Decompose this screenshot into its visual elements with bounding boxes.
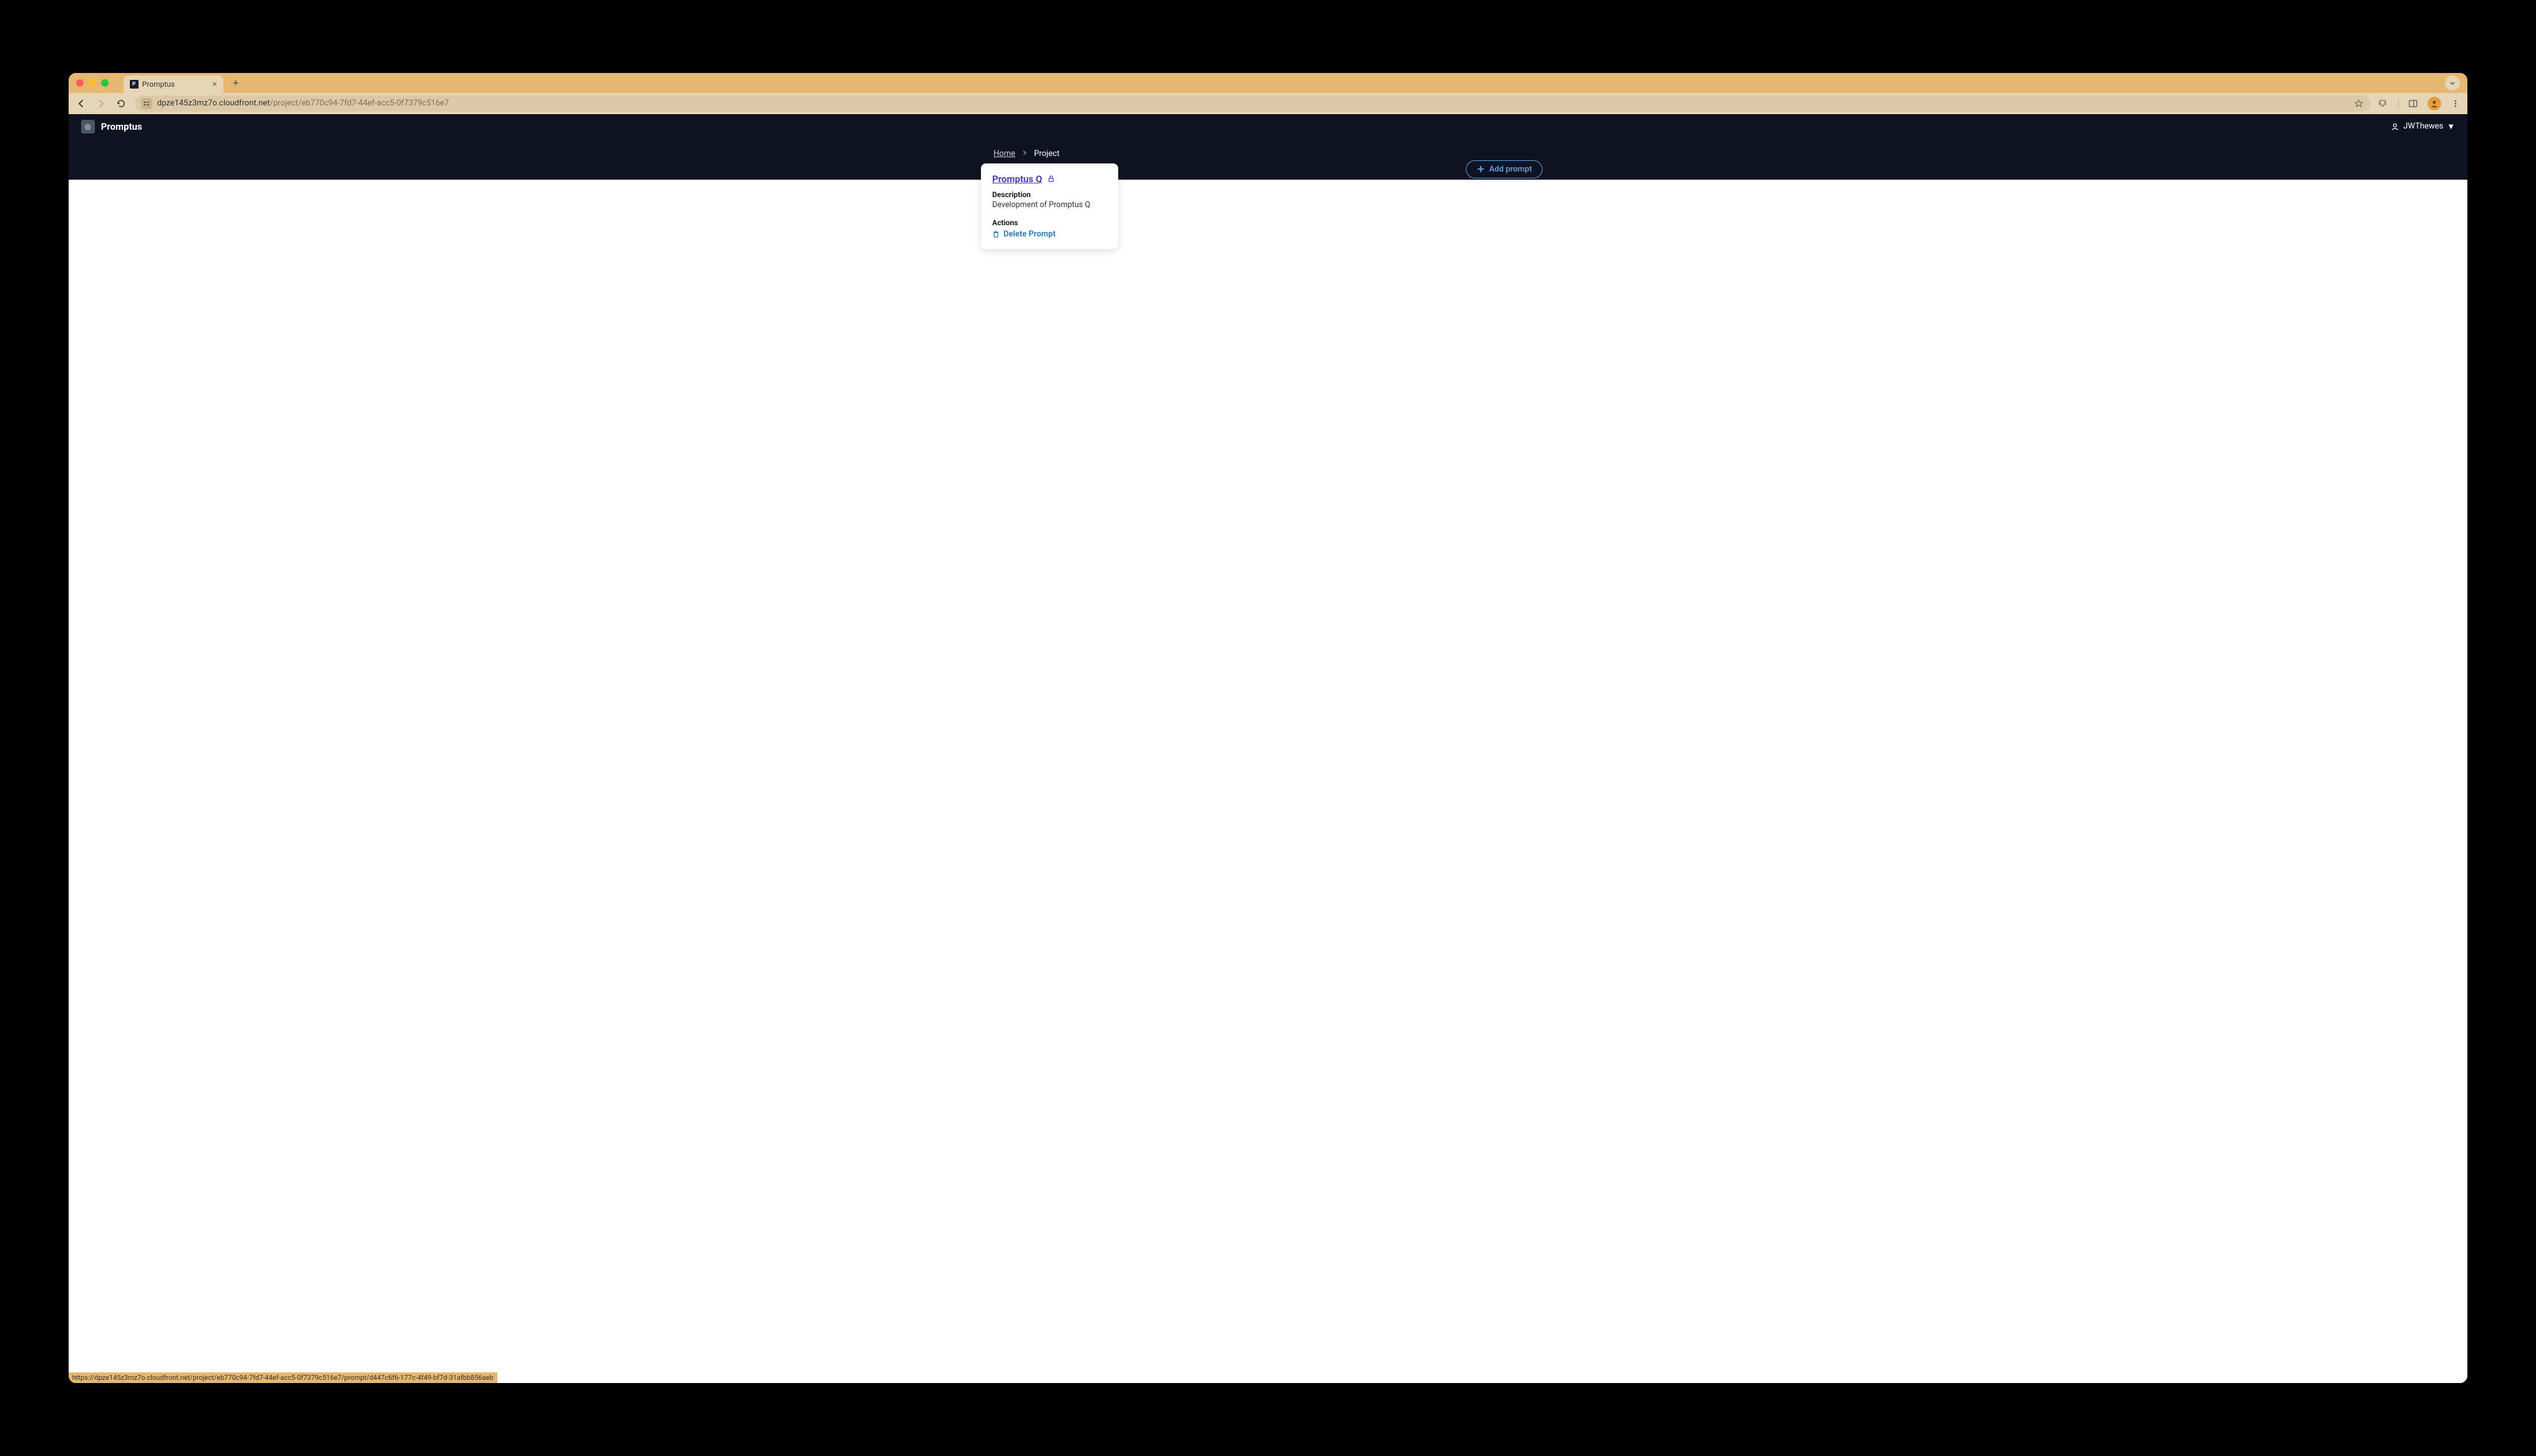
user-menu[interactable]: JWThewes ▼ bbox=[2391, 122, 2455, 132]
main-section: Promptus Q Description Development of Pr… bbox=[69, 180, 2468, 1384]
prompt-title-link[interactable]: Promptus Q bbox=[992, 173, 1042, 185]
actions-label: Actions bbox=[992, 218, 1107, 227]
chevron-down-icon: ▼ bbox=[2447, 122, 2455, 132]
user-icon bbox=[2391, 122, 2399, 131]
add-prompt-label: Add prompt bbox=[1489, 165, 1532, 174]
app-logo: ◎ bbox=[81, 120, 95, 133]
extensions-button[interactable] bbox=[2378, 98, 2389, 109]
toolbar-divider bbox=[2398, 98, 2399, 109]
app-title: Promptus bbox=[101, 121, 142, 132]
description-label: Description bbox=[992, 190, 1107, 199]
browser-titlebar: P Promptus × + bbox=[69, 73, 2468, 93]
window-controls bbox=[76, 79, 109, 87]
reload-icon bbox=[116, 99, 126, 109]
arrow-right-icon bbox=[96, 99, 106, 109]
browser-toolbar: dpze145z3mz7o.cloudfront.net/project/eb7… bbox=[69, 93, 2468, 114]
username: JWThewes bbox=[2403, 122, 2443, 131]
puzzle-icon bbox=[2379, 99, 2389, 109]
status-bar: https://dpze145z3mz7o.cloudfront.net/pro… bbox=[69, 1372, 497, 1383]
maximize-window-button[interactable] bbox=[101, 79, 109, 87]
side-panel-button[interactable] bbox=[2407, 98, 2419, 109]
breadcrumb-current: Project bbox=[1034, 149, 1060, 158]
plus-icon bbox=[1476, 165, 1485, 173]
bookmark-button[interactable] bbox=[2353, 98, 2364, 109]
close-window-button[interactable] bbox=[76, 79, 84, 87]
address-bar[interactable]: dpze145z3mz7o.cloudfront.net/project/eb7… bbox=[135, 95, 2371, 112]
tab-strip: P Promptus × bbox=[124, 73, 223, 93]
app-content: ◎ Promptus JWThewes ▼ Home Project bbox=[69, 114, 2468, 1384]
browser-chrome: P Promptus × + bbox=[69, 73, 2468, 114]
url-domain: dpze145z3mz7o.cloudfront.net bbox=[157, 99, 270, 108]
reload-button[interactable] bbox=[115, 97, 127, 110]
tab-dropdown-button[interactable] bbox=[2445, 75, 2460, 90]
forward-button[interactable] bbox=[95, 97, 107, 110]
url-path: /project/eb770c94-7fd7-44ef-acc5-0f7379c… bbox=[270, 99, 449, 108]
favicon: P bbox=[130, 80, 139, 89]
close-tab-icon[interactable]: × bbox=[212, 79, 217, 89]
prompt-card: Promptus Q Description Development of Pr… bbox=[981, 163, 1118, 249]
arrow-left-icon bbox=[76, 99, 86, 109]
kebab-icon bbox=[2451, 99, 2460, 108]
delete-prompt-button[interactable]: Delete Prompt bbox=[992, 230, 1107, 239]
add-prompt-button[interactable]: Add prompt bbox=[1466, 160, 1543, 178]
tab-title: Promptus bbox=[142, 80, 175, 89]
trash-icon bbox=[992, 230, 1000, 238]
url-text: dpze145z3mz7o.cloudfront.net/project/eb7… bbox=[157, 99, 2349, 108]
description-text: Development of Promptus Q bbox=[992, 200, 1107, 210]
chevron-right-icon bbox=[1022, 149, 1028, 158]
star-icon bbox=[2354, 99, 2364, 109]
app-header: ◎ Promptus JWThewes ▼ bbox=[69, 114, 2468, 139]
browser-tab[interactable]: P Promptus × bbox=[124, 75, 223, 93]
menu-button[interactable] bbox=[2450, 98, 2461, 109]
person-icon bbox=[2430, 99, 2439, 108]
breadcrumb: Home Project bbox=[993, 149, 1543, 158]
card-header: Promptus Q bbox=[992, 173, 1107, 185]
profile-button[interactable] bbox=[2427, 97, 2441, 110]
new-tab-button[interactable]: + bbox=[228, 75, 243, 90]
site-settings-icon[interactable] bbox=[141, 98, 152, 109]
back-button[interactable] bbox=[75, 97, 87, 110]
lock-icon bbox=[1047, 173, 1055, 185]
toolbar-right bbox=[2378, 97, 2461, 110]
hero-section: Home Project Add prompt bbox=[69, 139, 2468, 180]
minimize-window-button[interactable] bbox=[89, 79, 96, 87]
breadcrumb-home[interactable]: Home bbox=[993, 149, 1015, 158]
chevron-down-icon bbox=[2449, 80, 2456, 86]
panel-icon bbox=[2408, 99, 2418, 109]
delete-prompt-label: Delete Prompt bbox=[1003, 230, 1056, 239]
